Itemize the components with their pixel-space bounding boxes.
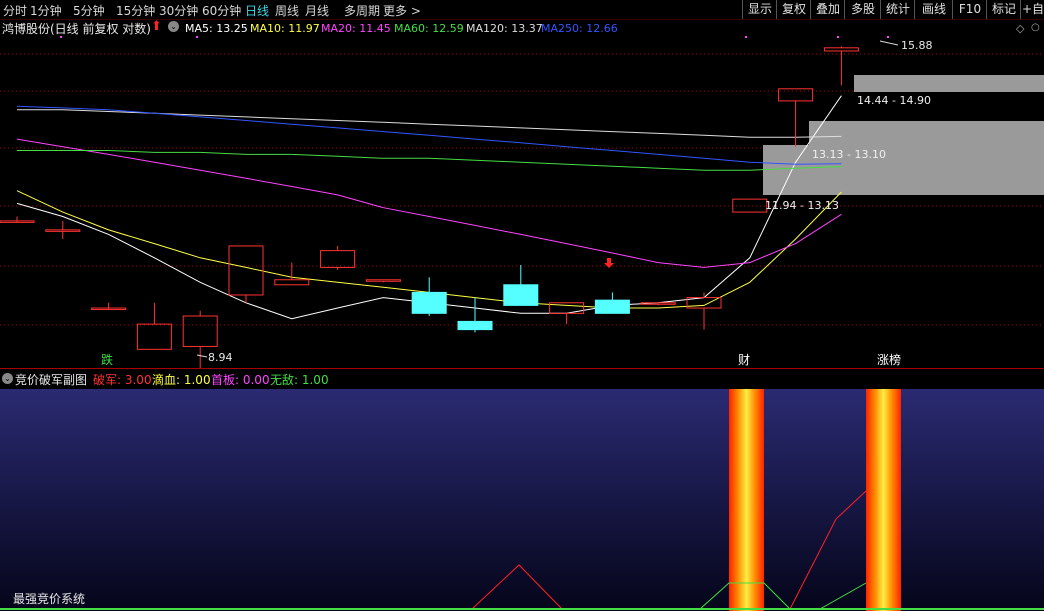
indicator-legend-item: 滴血: 1.00 (152, 373, 211, 387)
marker-dot (745, 36, 747, 38)
zone-label: 11.94 - 13.13 (765, 199, 839, 212)
price-zone (763, 145, 1044, 195)
zone-label: 13.13 - 13.10 (812, 148, 886, 161)
circle-icon[interactable]: ○ (1031, 22, 1040, 33)
period-tab[interactable]: 15分钟 (116, 2, 155, 19)
toolbar-button[interactable]: 显示 (742, 0, 777, 19)
period-tab[interactable]: 1分钟 (30, 2, 62, 19)
candle (823, 46, 859, 86)
candle-body (503, 284, 539, 306)
candle-body (274, 279, 310, 286)
ma-line-ma250 (16, 105, 842, 165)
candle-body (365, 279, 401, 282)
indicator-legend-item: 无敌: 1.00 (270, 373, 329, 387)
marker-dot (60, 36, 62, 38)
toolbar-button[interactable]: +自 (1020, 0, 1044, 19)
candle-body (457, 320, 493, 331)
high-price-label: 15.88 (901, 39, 933, 52)
sub-panel-header: ⌄ 竞价破军副图 破军: 3.00 滴血: 1.00 首板: 0.00 无敌: 1.0… (0, 370, 1044, 388)
candle (91, 302, 127, 311)
candle-body (823, 47, 859, 52)
chevron-down-icon[interactable]: ⌄ (168, 21, 179, 32)
signal-bar (729, 389, 764, 611)
indicator-legend-item: 破军: 3.00 (93, 373, 152, 387)
candle (320, 245, 356, 270)
indicator-legend-item: 首板: 0.00 (211, 373, 270, 387)
arrow-up-icon: ⬆ (151, 19, 162, 34)
ma-legend-item: MA5: 13.25 (185, 22, 248, 35)
signal-bar (866, 389, 901, 611)
signal-label-zhangbang: 涨榜 (877, 352, 901, 367)
candle (778, 88, 814, 147)
candle-body (182, 315, 218, 347)
period-tab[interactable]: 更多 > (383, 2, 421, 19)
chevron-down-icon[interactable]: ⌄ (2, 373, 13, 384)
candle (594, 292, 630, 314)
candle-body (594, 299, 630, 314)
candle (732, 198, 768, 213)
candle-body (778, 88, 814, 102)
ma-line-ma120 (17, 109, 842, 138)
candle (274, 262, 310, 286)
candle-body (411, 291, 447, 314)
low-arrow (196, 354, 208, 358)
price-zone (809, 121, 1044, 145)
stock-title: 鸿博股份(日线 前复权 对数) (2, 22, 151, 36)
ma-legend-item: MA20: 11.45 (321, 22, 391, 35)
signal-label-cai: 财 (738, 353, 750, 367)
ma-legend-item: MA120: 13.37 (466, 22, 543, 35)
candle (228, 245, 264, 303)
zone-label: 14.44 - 14.90 (857, 94, 931, 107)
candle (457, 297, 493, 333)
footer-label: 最强竞价系统 (13, 592, 85, 606)
candle (365, 279, 401, 283)
panel-divider[interactable] (0, 368, 1044, 369)
candle-body (732, 198, 768, 213)
price-zone (854, 75, 1044, 92)
high-arrow (879, 40, 899, 46)
candle (0, 216, 35, 223)
toolbar-button[interactable]: 叠加 (810, 0, 845, 19)
period-tab[interactable]: 多周期 (344, 2, 380, 19)
toolbar-button[interactable]: 画线 (914, 0, 953, 19)
price-chart[interactable]: 15.88 8.94 14.44 - 14.90 13.13 - 13.10 11.94… (0, 36, 1044, 368)
period-tab[interactable]: 日线 (245, 2, 269, 19)
ma-legend-item: MA60: 12.59 (394, 22, 464, 35)
period-tab[interactable]: 5分钟 (73, 2, 105, 19)
sub-panel-title: 竞价破军副图 (15, 373, 88, 387)
toolbar-button[interactable]: 多股 (844, 0, 881, 19)
toolbar-button[interactable]: 标记 (986, 0, 1021, 19)
candle (411, 277, 447, 317)
candle (45, 220, 81, 239)
period-tab[interactable]: 分时 (3, 2, 27, 19)
signal-label-die: 跌 (101, 352, 113, 367)
marker-dot (887, 36, 889, 38)
period-toolbar: 分时 1分钟 5分钟 15分钟 30分钟 60分钟 日线 周线 月线 多周期 更多 > 显示 复权 叠加多… (0, 0, 1044, 20)
marker-dot (196, 36, 198, 38)
indicator-chart[interactable]: 最强竞价系统 (0, 389, 1044, 611)
candle (503, 264, 539, 306)
toolbar-button[interactable]: 统计 (880, 0, 915, 19)
candle (640, 302, 676, 306)
candle (136, 302, 172, 350)
candle (686, 292, 722, 330)
ma-legend-item: MA10: 11.97 (250, 22, 320, 35)
toolbar-button[interactable]: F10 (952, 0, 987, 19)
candle-body (320, 250, 356, 268)
period-tab[interactable]: 30分钟 (159, 2, 198, 19)
diamond-icon[interactable]: ◇ (1016, 22, 1024, 35)
period-tab[interactable]: 月线 (305, 2, 329, 19)
marker-dot (837, 36, 839, 38)
period-tab[interactable]: 周线 (275, 2, 299, 19)
low-price-label: 8.94 (208, 351, 233, 364)
ma-legend-item: MA250: 12.66 (541, 22, 618, 35)
period-tab[interactable]: 60分钟 (202, 2, 241, 19)
candle-body (45, 229, 81, 232)
toolbar-button[interactable]: 复权 (776, 0, 811, 19)
candle-body (136, 323, 172, 350)
